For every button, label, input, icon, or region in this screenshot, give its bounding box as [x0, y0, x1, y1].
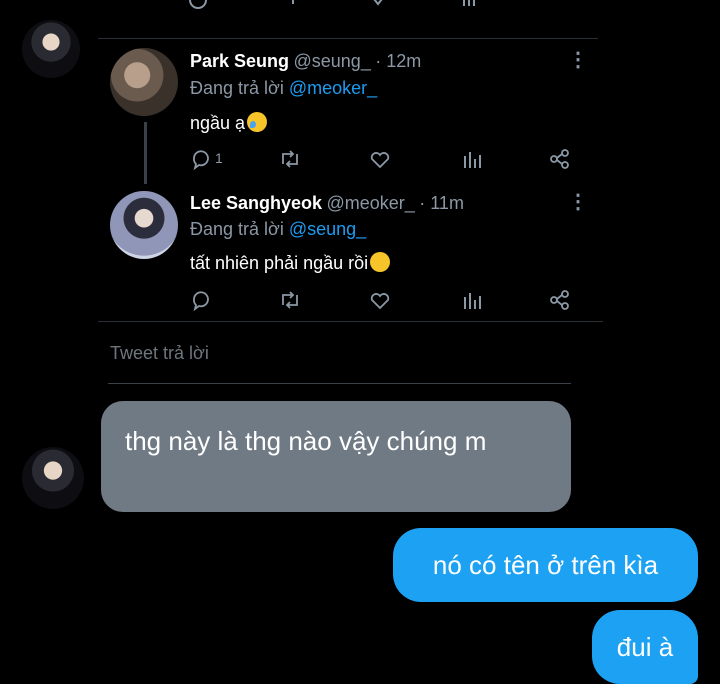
share-icon[interactable] — [549, 289, 571, 311]
smirk-emoji — [370, 252, 391, 272]
replying-to-handle[interactable]: @seung_ — [289, 219, 366, 239]
replying-to-prefix: Đang trả lời — [190, 219, 289, 239]
outgoing-message-bubble[interactable]: đui à — [592, 610, 698, 684]
retweet-icon[interactable] — [278, 148, 302, 170]
handle[interactable]: @seung_ — [294, 51, 371, 71]
handle[interactable]: @meoker_ — [327, 193, 415, 213]
weary-sweat-emoji — [247, 112, 268, 132]
thread-connector-line — [144, 122, 147, 184]
sender-avatar-top[interactable] — [22, 20, 80, 78]
analytics-icon[interactable] — [461, 148, 483, 170]
embedded-tweet-thread[interactable]: Park Seung @seung_ · 12m ⋮ Đang trả lời … — [98, 0, 603, 322]
tweet-text: ngầu ạ — [190, 112, 268, 134]
timestamp[interactable]: · 11m — [419, 193, 464, 213]
more-options-icon[interactable]: ⋮ — [568, 192, 588, 212]
more-options-icon[interactable]: ⋮ — [568, 50, 588, 70]
reply-count: 1 — [215, 150, 223, 166]
like-icon[interactable] — [368, 148, 392, 170]
bottom-divider — [98, 321, 603, 322]
replying-to-line: Đang trả lời @meoker_ — [190, 78, 377, 99]
replying-to-line: Đang trả lời @seung_ — [190, 219, 366, 240]
replying-to-prefix: Đang trả lời — [190, 78, 289, 98]
tweet-text: tất nhiên phải ngầu rồi — [190, 252, 391, 274]
tweet-body: tất nhiên phải ngầu rồi — [190, 253, 369, 273]
top-divider — [98, 38, 598, 39]
sender-avatar[interactable] — [22, 447, 84, 509]
reply-tweet-placeholder[interactable]: Tweet trả lời — [110, 343, 209, 364]
clipped-actions-row — [98, 0, 603, 24]
timestamp[interactable]: · 12m — [375, 51, 421, 71]
tweet-avatar-lee-sanghyeok[interactable] — [110, 191, 178, 259]
incoming-message-bubble[interactable]: thg này là thg nào vậy chúng m — [101, 401, 571, 512]
reply-icon[interactable] — [190, 289, 212, 311]
tweet-body: ngầu ạ — [190, 113, 246, 133]
reply-icon[interactable] — [190, 148, 212, 170]
replying-to-handle[interactable]: @meoker_ — [289, 78, 377, 98]
reply-underline — [108, 383, 571, 384]
tweet-header: Park Seung @seung_ · 12m — [190, 51, 421, 72]
share-icon[interactable] — [549, 148, 571, 170]
outgoing-message-bubble[interactable]: nó có tên ở trên kìa — [393, 528, 698, 602]
display-name[interactable]: Park Seung — [190, 51, 289, 71]
display-name[interactable]: Lee Sanghyeok — [190, 193, 322, 213]
analytics-icon[interactable] — [461, 289, 483, 311]
tweet-header: Lee Sanghyeok @meoker_ · 11m — [190, 193, 464, 214]
tweet-avatar-park-seung[interactable] — [110, 48, 178, 116]
retweet-icon[interactable] — [278, 289, 302, 311]
like-icon[interactable] — [368, 289, 392, 311]
